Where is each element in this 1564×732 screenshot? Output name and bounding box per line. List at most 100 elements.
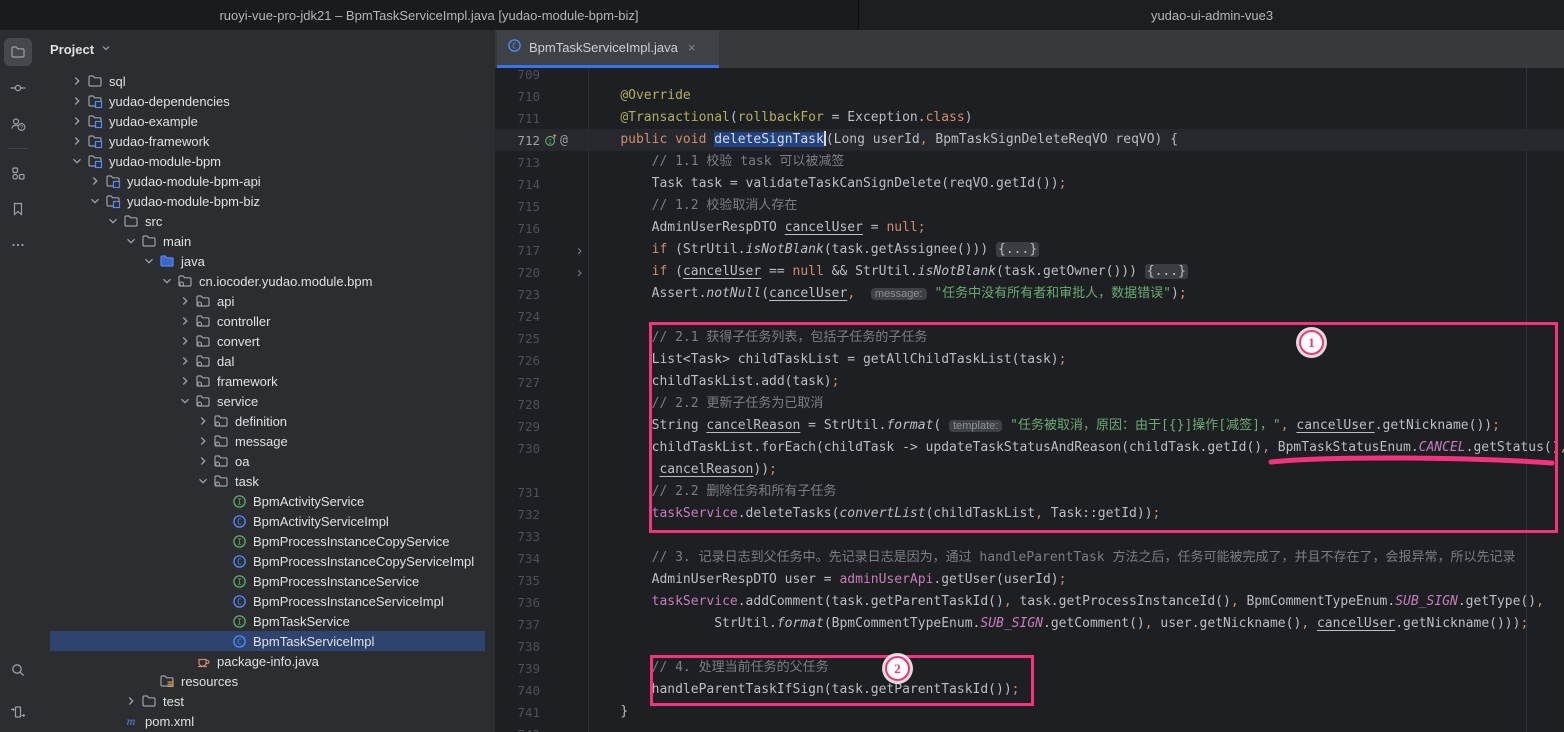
code-line-733[interactable]: 733	[495, 525, 1564, 547]
project-icon[interactable]	[4, 38, 32, 66]
code-line-711[interactable]: 711 @Transactional(rollbackFor = Excepti…	[495, 107, 1564, 129]
tree-item-main[interactable]: main	[36, 231, 495, 251]
tree-item-framework[interactable]: framework	[36, 371, 495, 391]
code-editor[interactable]: 709710 @Override711 @Transactional(rollb…	[495, 68, 1564, 732]
code-line-728[interactable]: 728 // 2.2 更新子任务为已取消	[495, 393, 1564, 415]
code-line-738[interactable]: 738	[495, 635, 1564, 657]
chevron-down-icon[interactable]	[193, 473, 212, 489]
tree-item-resources[interactable]: resources	[36, 671, 495, 691]
code-line-720[interactable]: 720› if (cancelUser == null && StrUtil.i…	[495, 261, 1564, 283]
tree-item-yudao-module-bpm-biz[interactable]: yudao-module-bpm-biz	[36, 191, 495, 211]
code-line-714[interactable]: 714 Task task = validateTaskCanSignDelet…	[495, 173, 1564, 195]
code-line-737[interactable]: 737 StrUtil.format(BpmCommentTypeEnum.SU…	[495, 613, 1564, 635]
tree-item-api[interactable]: api	[36, 291, 495, 311]
tree-item-pom-xml[interactable]: mpom.xml	[36, 711, 495, 731]
project-panel-header[interactable]: Project	[36, 30, 495, 68]
tree-item-service[interactable]: service	[36, 391, 495, 411]
tree-item-yudao-example[interactable]: yudao-example	[36, 111, 495, 131]
chevron-right-icon[interactable]	[175, 293, 194, 309]
fold-expand-icon[interactable]: ›	[577, 265, 582, 280]
code-line-732[interactable]: 732 taskService.deleteTasks(convertList(…	[495, 503, 1564, 525]
tree-item-bpmtaskserviceimpl[interactable]: CBpmTaskServiceImpl	[36, 631, 495, 651]
tree-item-bpmprocessinstanceservice[interactable]: IBpmProcessInstanceService	[36, 571, 495, 591]
tree-item-bpmprocessinstanceserviceimpl[interactable]: CBpmProcessInstanceServiceImpl	[36, 591, 495, 611]
overriding-method-icon[interactable]: I@	[544, 129, 568, 151]
tree-item-bpmactivityservice[interactable]: IBpmActivityService	[36, 491, 495, 511]
tree-item-controller[interactable]: controller	[36, 311, 495, 331]
chevron-right-icon[interactable]	[175, 373, 194, 389]
close-icon[interactable]: ×	[688, 40, 696, 55]
code-line-742[interactable]: 742	[495, 723, 1564, 732]
code-line-715[interactable]: 715 // 1.2 校验取消人存在	[495, 195, 1564, 217]
tree-item-bpmactivityserviceimpl[interactable]: CBpmActivityServiceImpl	[36, 511, 495, 531]
tree-item-convert[interactable]: convert	[36, 331, 495, 351]
more-tool-windows-icon[interactable]	[4, 231, 32, 259]
chevron-down-icon[interactable]	[100, 42, 112, 57]
tree-item-test[interactable]: test	[36, 691, 495, 711]
chevron-right-icon[interactable]	[175, 313, 194, 329]
chevron-down-icon[interactable]	[85, 193, 104, 209]
tree-item-src[interactable]: src	[36, 211, 495, 231]
structure-icon[interactable]	[4, 159, 32, 187]
tree-item-bpmprocessinstancecopyservice[interactable]: IBpmProcessInstanceCopyService	[36, 531, 495, 551]
tree-item-bpmtaskservice[interactable]: IBpmTaskService	[36, 611, 495, 631]
tree-item-yudao-dependencies[interactable]: yudao-dependencies	[36, 91, 495, 111]
tree-item-yudao-framework[interactable]: yudao-framework	[36, 131, 495, 151]
code-line-wrap[interactable]: cancelReason));	[495, 459, 1564, 481]
code-line-727[interactable]: 727 childTaskList.add(task);	[495, 371, 1564, 393]
tree-item-sql[interactable]: sql	[36, 71, 495, 91]
tree-item-java[interactable]: java	[36, 251, 495, 271]
chevron-down-icon[interactable]	[157, 273, 176, 289]
code-line-717[interactable]: 717› if (StrUtil.isNotBlank(task.getAssi…	[495, 239, 1564, 261]
code-line-709[interactable]: 709	[495, 68, 1564, 85]
code-line-730[interactable]: 730 childTaskList.forEach(childTask -> u…	[495, 437, 1564, 459]
annotation-gutter-icon[interactable]: @	[560, 133, 568, 148]
chevron-right-icon[interactable]	[67, 133, 86, 149]
chevron-right-icon[interactable]	[193, 453, 212, 469]
code-line-734[interactable]: 734 // 3. 记录日志到父任务中。先记录日志是因为，通过 handlePa…	[495, 547, 1564, 569]
search-icon[interactable]	[4, 656, 32, 684]
code-line-712[interactable]: 712I@ public void deleteSignTask(Long us…	[495, 129, 1564, 151]
code-line-726[interactable]: 726 List<Task> childTaskList = getAllChi…	[495, 349, 1564, 371]
code-line-740[interactable]: 740 handleParentTaskIfSign(task.getParen…	[495, 679, 1564, 701]
tree-item-package-info-java[interactable]: package-info.java	[36, 651, 495, 671]
code-line-729[interactable]: 729 String cancelReason = StrUtil.format…	[495, 415, 1564, 437]
pull-requests-icon[interactable]: ?	[4, 110, 32, 138]
bookmarks-icon[interactable]	[4, 195, 32, 223]
code-line-739[interactable]: 739 // 4. 处理当前任务的父任务	[495, 657, 1564, 679]
chevron-right-icon[interactable]	[175, 353, 194, 369]
chevron-down-icon[interactable]	[67, 153, 86, 169]
chevron-down-icon[interactable]	[103, 213, 122, 229]
code-line-723[interactable]: 723 Assert.notNull(cancelUser, message: …	[495, 283, 1564, 305]
chevron-right-icon[interactable]	[85, 173, 104, 189]
chevron-down-icon[interactable]	[139, 253, 158, 269]
tree-item-task[interactable]: task	[36, 471, 495, 491]
fold-expand-icon[interactable]: ›	[577, 243, 582, 258]
tree-item-dal[interactable]: dal	[36, 351, 495, 371]
move-to-window-icon[interactable]	[4, 698, 32, 726]
tree-item-message[interactable]: message	[36, 431, 495, 451]
tree-item-bpmprocessinstancecopyserviceimpl[interactable]: CBpmProcessInstanceCopyServiceImpl	[36, 551, 495, 571]
chevron-right-icon[interactable]	[121, 693, 140, 709]
tree-item-yudao-module-bpm-api[interactable]: yudao-module-bpm-api	[36, 171, 495, 191]
code-line-725[interactable]: 725 // 2.1 获得子任务列表，包括子任务的子任务	[495, 327, 1564, 349]
chevron-down-icon[interactable]	[121, 233, 140, 249]
code-line-710[interactable]: 710 @Override	[495, 85, 1564, 107]
chevron-right-icon[interactable]	[175, 333, 194, 349]
commit-icon[interactable]	[4, 74, 32, 102]
chevron-right-icon[interactable]	[67, 73, 86, 89]
code-line-713[interactable]: 713 // 1.1 校验 task 可以被减签	[495, 151, 1564, 173]
editor-tab[interactable]: C BpmTaskServiceImpl.java ×	[497, 30, 719, 65]
code-line-736[interactable]: 736 taskService.addComment(task.getParen…	[495, 591, 1564, 613]
code-line-741[interactable]: 741 }	[495, 701, 1564, 723]
tree-item-definition[interactable]: definition	[36, 411, 495, 431]
code-line-731[interactable]: 731 // 2.2 删除任务和所有子任务	[495, 481, 1564, 503]
code-line-724[interactable]: 724	[495, 305, 1564, 327]
code-line-716[interactable]: 716 AdminUserRespDTO cancelUser = null;	[495, 217, 1564, 239]
chevron-down-icon[interactable]	[175, 393, 194, 409]
chevron-right-icon[interactable]	[67, 113, 86, 129]
window-titlebar-background-app[interactable]: yudao-ui-admin-vue3	[858, 0, 1564, 30]
tree-item-oa[interactable]: oa	[36, 451, 495, 471]
code-line-735[interactable]: 735 AdminUserRespDTO user = adminUserApi…	[495, 569, 1564, 591]
chevron-right-icon[interactable]	[67, 93, 86, 109]
